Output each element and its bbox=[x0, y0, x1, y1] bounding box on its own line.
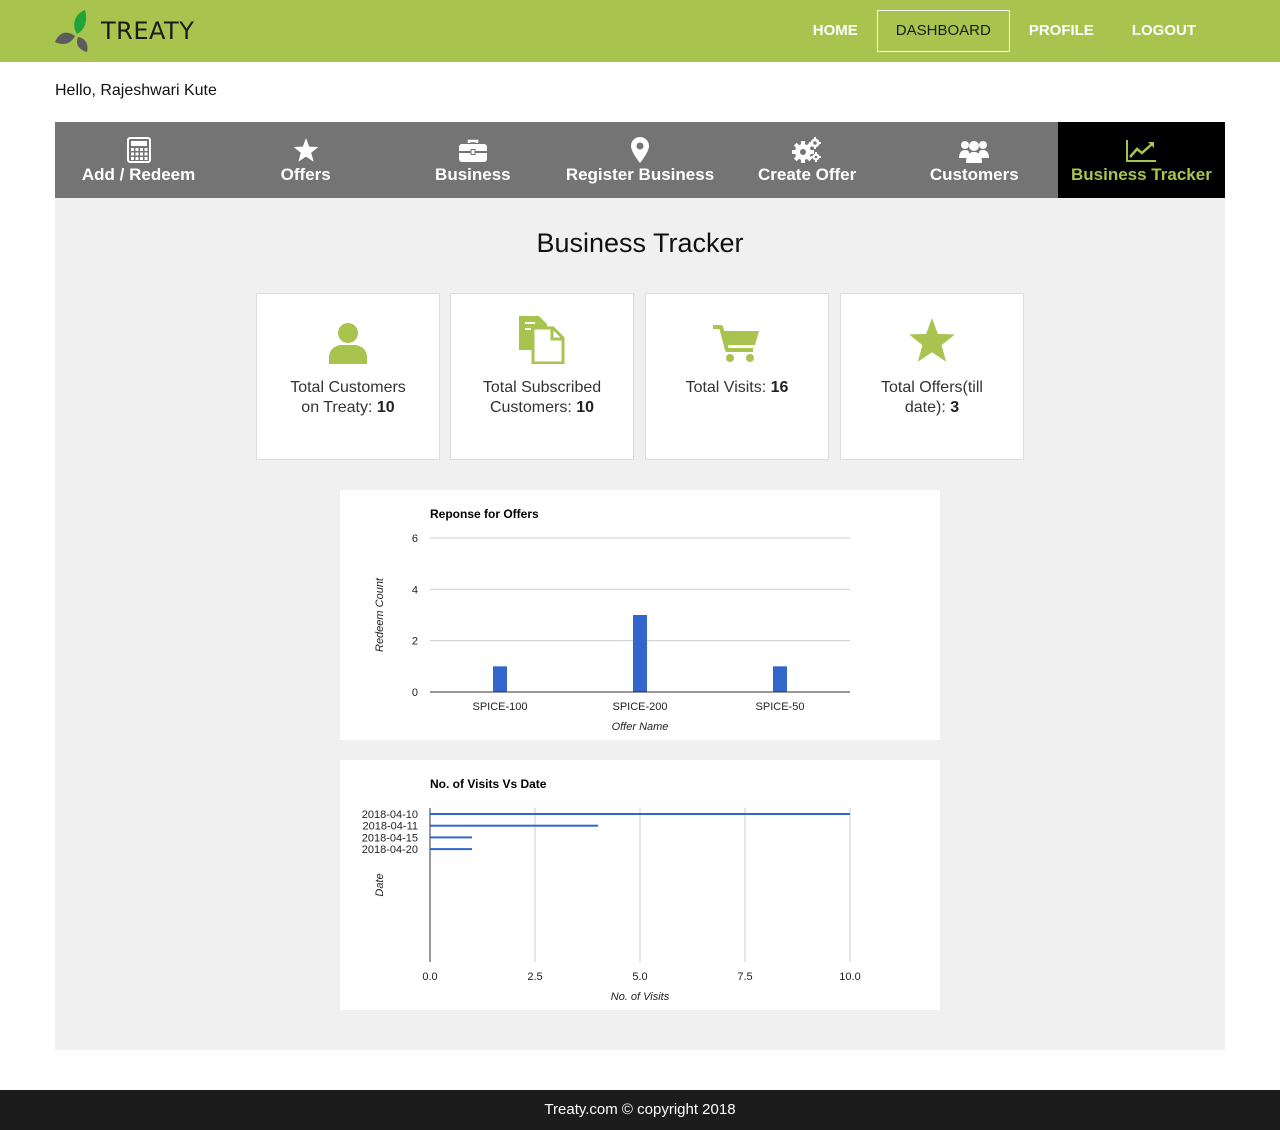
offers-response-chart: Reponse for Offers 0 2 4 6 SPICE-100 SPICE-200… bbox=[340, 490, 940, 740]
chart-title: No. of Visits Vs Date bbox=[430, 777, 547, 791]
map-marker-icon bbox=[630, 135, 649, 163]
tab-label: Business bbox=[435, 165, 511, 184]
x-tick-label: SPICE-100 bbox=[472, 701, 527, 713]
stat-text: Total Offers(till date): 3 bbox=[881, 379, 983, 416]
brand-name: TREATY bbox=[101, 17, 195, 45]
tab-offers[interactable]: Offers bbox=[222, 122, 389, 198]
bar-2018-04-10 bbox=[430, 813, 850, 815]
dashboard-tabs: Add / Redeem Offers Business Register Bu… bbox=[55, 122, 1225, 198]
y-tick-label: 4 bbox=[412, 584, 418, 596]
tab-label: Customers bbox=[929, 165, 1019, 184]
stat-text: Total Subscribed Customers: 10 bbox=[482, 379, 602, 416]
bar-2018-04-15 bbox=[430, 836, 472, 839]
x-tick-label: 7.5 bbox=[737, 971, 752, 983]
tracker-panel: Business Tracker Total Customers on Trea… bbox=[55, 198, 1225, 1050]
tab-label: Business Tracker bbox=[1071, 165, 1212, 184]
tab-business[interactable]: Business bbox=[389, 122, 556, 198]
x-tick-label: 0.0 bbox=[422, 971, 437, 983]
users-icon bbox=[959, 135, 990, 163]
top-navbar: TREATY HOME DASHBOARD PROFILE LOGOUT bbox=[0, 0, 1280, 62]
y-axis-label: Redeem Count bbox=[374, 577, 386, 652]
nav-home-link[interactable]: HOME bbox=[794, 10, 877, 52]
footer: Treaty.com © copyright 2018 bbox=[0, 1090, 1280, 1130]
tab-label: Add / Redeem bbox=[81, 165, 196, 184]
y-tick-label: 2 bbox=[412, 636, 418, 648]
user-icon bbox=[257, 316, 439, 364]
bar-spice-50 bbox=[773, 666, 787, 692]
bar-2018-04-11 bbox=[430, 824, 598, 827]
y-axis-label: Date bbox=[374, 873, 386, 896]
offers-response-svg: Reponse for Offers 0 2 4 6 SPICE-100 SPICE-200… bbox=[374, 507, 850, 733]
x-axis-label: No. of Visits bbox=[611, 991, 670, 1003]
greeting-text: Hello, Rajeshwari Kute bbox=[55, 82, 217, 99]
gears-icon bbox=[792, 135, 822, 163]
tab-label: Register Business bbox=[565, 165, 715, 184]
stat-card-customers: Total Customers on Treaty: 10 bbox=[256, 293, 440, 460]
y-tick-label: 0 bbox=[412, 687, 418, 699]
y-tick-label: 6 bbox=[412, 533, 418, 545]
tab-register-business[interactable]: Register Business bbox=[556, 122, 723, 198]
x-tick-label: 2.5 bbox=[527, 971, 542, 983]
x-tick-label: 5.0 bbox=[632, 971, 647, 983]
visits-by-date-svg: No. of Visits Vs Date 0.0 2.5 5.0 7.5 10.0 201… bbox=[362, 777, 861, 1003]
x-tick-label: SPICE-200 bbox=[612, 701, 667, 713]
top-nav: HOME DASHBOARD PROFILE LOGOUT bbox=[794, 10, 1215, 52]
briefcase-icon bbox=[458, 135, 487, 163]
star-icon bbox=[293, 135, 319, 163]
y-tick-label: 2018-04-11 bbox=[363, 821, 418, 833]
y-tick-label: 2018-04-20 bbox=[362, 844, 418, 856]
calculator-icon bbox=[126, 135, 151, 163]
tab-create-offer[interactable]: Create Offer bbox=[724, 122, 891, 198]
tab-add-redeem[interactable]: Add / Redeem bbox=[55, 122, 222, 198]
tab-business-tracker[interactable]: Business Tracker bbox=[1057, 122, 1225, 198]
nav-logout-link[interactable]: LOGOUT bbox=[1113, 10, 1215, 52]
y-tick-label: 2018-04-10 bbox=[362, 809, 418, 821]
line-chart-icon bbox=[1125, 135, 1157, 163]
leaf-logo-icon bbox=[55, 10, 88, 52]
tab-customers[interactable]: Customers bbox=[891, 122, 1058, 198]
stat-text: Total Customers on Treaty: 10 bbox=[290, 379, 406, 416]
bar-2018-04-20 bbox=[430, 848, 472, 851]
x-axis-label: Offer Name bbox=[612, 721, 669, 733]
tab-label: Create Offer bbox=[758, 165, 857, 184]
bar-spice-200 bbox=[633, 615, 647, 692]
star-icon bbox=[841, 316, 1023, 364]
page-title: Business Tracker bbox=[536, 228, 744, 258]
stat-text: Total Visits: 16 bbox=[685, 379, 789, 396]
nav-dashboard-link[interactable]: DASHBOARD bbox=[876, 10, 1010, 52]
nav-profile-link[interactable]: PROFILE bbox=[1010, 10, 1113, 52]
brand-logo[interactable]: TREATY bbox=[55, 8, 194, 54]
y-tick-label: 2018-04-15 bbox=[362, 832, 418, 844]
cart-icon bbox=[646, 316, 828, 364]
stat-card-offers: Total Offers(till date): 3 bbox=[840, 293, 1024, 460]
stat-card-visits: Total Visits: 16 bbox=[645, 293, 829, 460]
x-tick-label: 10.0 bbox=[839, 971, 860, 983]
stat-card-subscribed: Total Subscribed Customers: 10 bbox=[450, 293, 634, 460]
x-tick-label: SPICE-50 bbox=[756, 701, 805, 713]
bar-spice-100 bbox=[493, 666, 507, 692]
tab-label: Offers bbox=[280, 165, 331, 184]
chart-title: Reponse for Offers bbox=[430, 507, 539, 521]
visits-by-date-chart: No. of Visits Vs Date 0.0 2.5 5.0 7.5 10.0 201… bbox=[340, 760, 940, 1010]
documents-icon bbox=[451, 316, 633, 364]
